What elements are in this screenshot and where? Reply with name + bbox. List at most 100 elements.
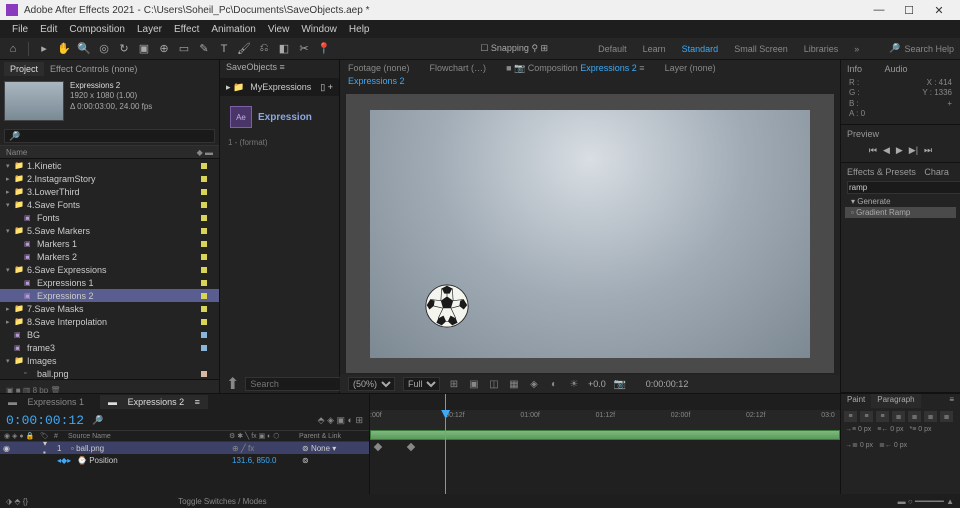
footage-tab[interactable]: Footage (none) [348, 63, 410, 73]
layer-row[interactable]: ◉ ▾ ▪ 1 ▫ ball.png ⊕ ╱ fx ⊚ None ▾ [0, 442, 369, 454]
viewer-timecode[interactable]: 0:00:00:12 [646, 379, 689, 389]
project-item[interactable]: ▣Fonts [0, 211, 219, 224]
track-area[interactable] [370, 430, 840, 494]
timeline-search-icon[interactable]: 🔎 [92, 415, 103, 426]
project-item[interactable]: ▾📁4.Save Fonts [0, 198, 219, 211]
rotate-tool[interactable]: ↻ [117, 42, 131, 56]
eraser-tool[interactable]: ◧ [277, 42, 291, 56]
close-button[interactable]: ✕ [924, 0, 954, 20]
justify-all-button[interactable]: ≣ [940, 411, 953, 422]
col-name[interactable]: Name [6, 148, 27, 157]
resolution-select[interactable]: Full [403, 377, 440, 391]
first-frame-button[interactable]: ⏮ [869, 145, 877, 156]
effects-search[interactable] [847, 181, 960, 194]
paint-tab[interactable]: Paint [841, 394, 871, 408]
project-item[interactable]: ▸📁3.LowerThird [0, 185, 219, 198]
align-center-button[interactable]: ≡ [860, 411, 873, 422]
workspace-standard[interactable]: Standard [678, 44, 723, 54]
orbit-tool[interactable]: ◎ [97, 42, 111, 56]
align-left-button[interactable]: ≡ [844, 411, 857, 422]
channel-icon[interactable]: ◐ [548, 378, 560, 390]
hand-tool[interactable]: ✋ [57, 42, 71, 56]
maximize-button[interactable]: ☐ [894, 0, 924, 20]
roto-tool[interactable]: ✂ [297, 42, 311, 56]
timeline-tab-2[interactable]: ▬ Expressions 2 ≡ [100, 395, 208, 409]
toggle-switches[interactable]: Toggle Switches / Modes [178, 497, 267, 506]
keyframe[interactable] [373, 443, 381, 451]
info-title[interactable]: Info [847, 64, 862, 74]
preview-title[interactable]: Preview [845, 127, 956, 141]
project-item[interactable]: ▫ball.png [0, 367, 219, 379]
project-item[interactable]: ▣Expressions 2 [0, 289, 219, 302]
menu-effect[interactable]: Effect [168, 24, 205, 35]
zoom-slider[interactable]: ▬ ○ ━━━━━━ ▲ [898, 497, 954, 506]
exposure-icon[interactable]: ☀ [568, 378, 580, 390]
exposure-value[interactable]: +0.0 [588, 379, 606, 389]
snapshot-icon[interactable]: 📷 [614, 378, 626, 390]
project-item[interactable]: ▣Markers 1 [0, 237, 219, 250]
home-icon[interactable]: ⌂ [6, 42, 20, 56]
project-item[interactable]: ▣BG [0, 328, 219, 341]
last-frame-button[interactable]: ⏭ [924, 145, 932, 156]
viewport[interactable] [346, 94, 834, 373]
puppet-tool[interactable]: 📍 [317, 42, 331, 56]
justify-center-button[interactable]: ≣ [908, 411, 921, 422]
timeline-ruler[interactable]: :00f 00:12f 01:00f 01:12f 02:00f 02:12f … [370, 410, 840, 430]
paragraph-tab[interactable]: Paragraph [871, 394, 920, 408]
project-item[interactable]: ▸📁2.InstagramStory [0, 172, 219, 185]
expression-card[interactable]: Ae Expression [226, 102, 333, 132]
menu-view[interactable]: View [262, 24, 296, 35]
project-item[interactable]: ▸📁8.Save Interpolation [0, 315, 219, 328]
menu-layer[interactable]: Layer [131, 24, 168, 35]
justify-right-button[interactable]: ≣ [924, 411, 937, 422]
project-item[interactable]: ▣Markers 2 [0, 250, 219, 263]
next-frame-button[interactable]: ▶| [909, 145, 918, 156]
menu-help[interactable]: Help [343, 24, 376, 35]
clone-tool[interactable]: ⎌ [257, 42, 271, 56]
timeline-tab-1[interactable]: ▬ Expressions 1 [0, 395, 100, 409]
project-item[interactable]: ▣frame3 [0, 341, 219, 354]
project-item[interactable]: ▸📁7.Save Masks [0, 302, 219, 315]
workspace-learn[interactable]: Learn [639, 44, 670, 54]
effects-title[interactable]: Effects & Presets [847, 167, 916, 177]
anchor-tool[interactable]: ⊕ [157, 42, 171, 56]
play-button[interactable]: ▶ [896, 145, 903, 156]
search-help-label[interactable]: Search Help [904, 44, 954, 54]
property-row[interactable]: ◂◆▸ ⌚ Position 131.6, 850.0 ⊚ [0, 454, 369, 466]
comp-link[interactable]: Expressions 2 [580, 63, 637, 73]
flowchart-tab[interactable]: Flowchart (…) [430, 63, 487, 73]
selection-tool[interactable]: ▸ [37, 42, 51, 56]
mask-icon[interactable]: ▣ [468, 378, 480, 390]
frame-blend-icon[interactable]: ⬗ ⬘ {} [6, 497, 28, 506]
workspace-small[interactable]: Small Screen [730, 44, 792, 54]
workspace-default[interactable]: Default [594, 44, 631, 54]
col-source[interactable]: Source Name [68, 433, 229, 440]
tab-effect-controls[interactable]: Effect Controls (none) [44, 62, 143, 76]
effects-category[interactable]: ▾ Generate [845, 196, 956, 207]
align-right-button[interactable]: ≡ [876, 411, 889, 422]
zoom-select[interactable]: (50%) [348, 377, 395, 391]
menu-file[interactable]: File [6, 24, 34, 35]
tab-project[interactable]: Project [4, 62, 44, 76]
soccer-ball[interactable] [425, 284, 469, 328]
3d-icon[interactable]: ◈ [528, 378, 540, 390]
prev-frame-button[interactable]: ◀ [883, 145, 890, 156]
position-value[interactable]: 131.6, 850.0 [229, 456, 299, 465]
pen-tool[interactable]: ✎ [197, 42, 211, 56]
workspace-more[interactable]: » [850, 44, 863, 54]
menu-animation[interactable]: Animation [205, 24, 261, 35]
library-folder[interactable]: MyExpressions [250, 82, 311, 92]
col-parent[interactable]: Parent & Link [299, 433, 369, 440]
menu-composition[interactable]: Composition [63, 24, 131, 35]
menu-window[interactable]: Window [295, 24, 343, 35]
layer-bar[interactable] [370, 430, 840, 440]
zoom-tool[interactable]: 🔍 [77, 42, 91, 56]
upload-icon[interactable]: ⬆ [226, 374, 239, 394]
project-item[interactable]: ▣Expressions 1 [0, 276, 219, 289]
camera-tool[interactable]: ▣ [137, 42, 151, 56]
timeline-timecode[interactable]: 0:00:00:12 [6, 413, 84, 428]
breadcrumb[interactable]: Expressions 2 [348, 76, 405, 86]
grid-icon[interactable]: ⊞ [448, 378, 460, 390]
character-title[interactable]: Chara [924, 167, 949, 177]
effect-gradient-ramp[interactable]: ▫ Gradient Ramp [845, 207, 956, 218]
